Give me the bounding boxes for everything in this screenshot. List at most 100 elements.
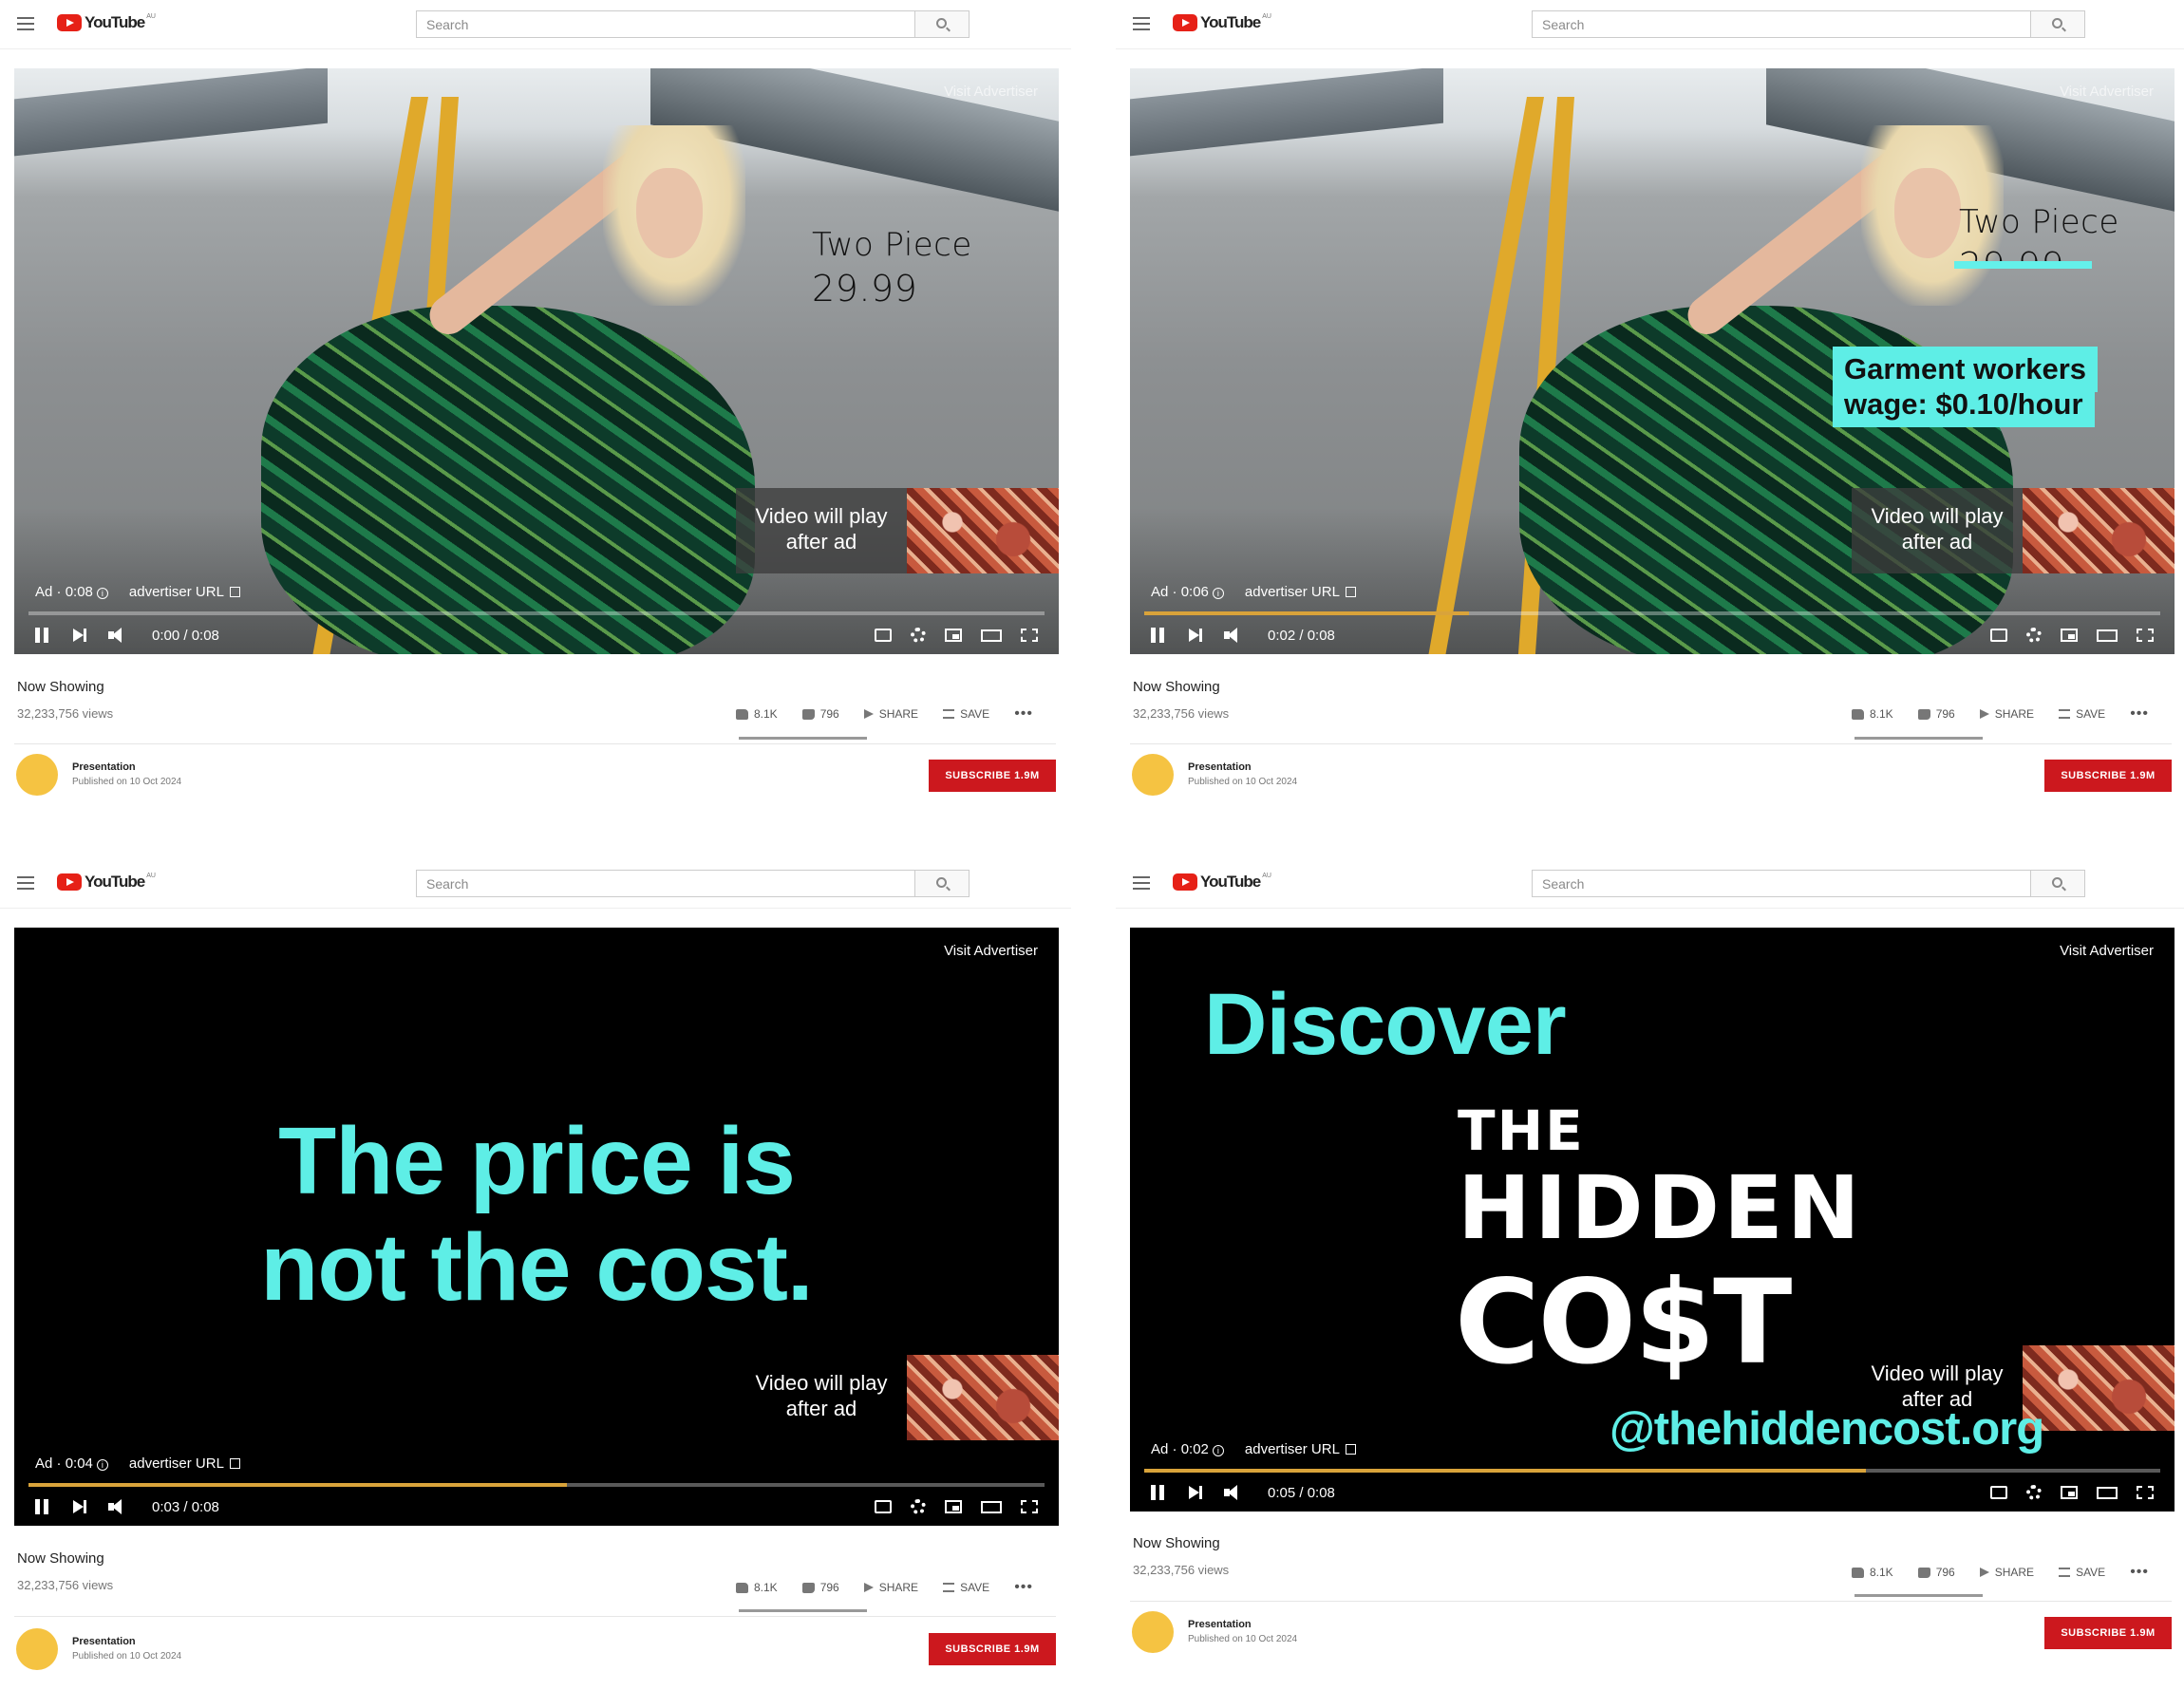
fullscreen-icon[interactable] [2137, 1486, 2154, 1499]
subscribe-button[interactable]: SUBSCRIBE 1.9M [2044, 1617, 2172, 1649]
more-options-icon[interactable]: ••• [2130, 705, 2149, 723]
pause-icon[interactable] [1151, 628, 1164, 643]
theater-mode-icon[interactable] [981, 629, 1002, 642]
youtube-logo[interactable]: YouTube AU [57, 873, 156, 892]
save-button[interactable]: SAVE [2059, 1566, 2105, 1579]
miniplayer-icon[interactable] [945, 1500, 962, 1513]
save-button[interactable]: SAVE [943, 1581, 989, 1594]
menu-icon[interactable] [17, 876, 34, 890]
pause-icon[interactable] [35, 1499, 48, 1514]
miniplayer-icon[interactable] [945, 629, 962, 642]
advertiser-url-link[interactable]: advertiser URL [129, 584, 240, 600]
captions-icon[interactable] [1990, 629, 2007, 642]
pause-icon[interactable] [35, 628, 48, 643]
fullscreen-icon[interactable] [1021, 1500, 1038, 1513]
captions-icon[interactable] [875, 1500, 892, 1513]
video-player[interactable]: The price is not the cost. Visit Adverti… [14, 928, 1059, 1526]
menu-icon[interactable] [1133, 876, 1150, 890]
next-icon[interactable] [1189, 629, 1202, 642]
more-options-icon[interactable]: ••• [1014, 1579, 1033, 1596]
share-button[interactable]: SHARE [863, 1581, 918, 1594]
video-player[interactable]: Two Piece 29.99 Garment workers wage: $0… [1130, 68, 2175, 654]
settings-gear-icon[interactable] [911, 628, 926, 643]
dislike-button[interactable]: 796 [801, 707, 839, 721]
menu-icon[interactable] [17, 17, 34, 30]
info-icon[interactable]: i [1212, 588, 1224, 599]
theater-mode-icon[interactable] [981, 1500, 1002, 1513]
dislike-button[interactable]: 796 [1917, 1566, 1955, 1579]
visit-advertiser-link[interactable]: Visit Advertiser [2060, 943, 2154, 959]
miniplayer-icon[interactable] [2061, 1486, 2078, 1499]
search-input[interactable]: Search [416, 10, 916, 38]
next-icon[interactable] [73, 1500, 86, 1513]
progress-bar[interactable] [28, 611, 1045, 615]
share-button[interactable]: SHARE [1979, 707, 2034, 721]
dislike-button[interactable]: 796 [1917, 707, 1955, 721]
next-video-preview[interactable]: Video will play after ad [736, 1355, 1059, 1440]
subscribe-button[interactable]: SUBSCRIBE 1.9M [929, 760, 1056, 792]
captions-icon[interactable] [875, 629, 892, 642]
channel-avatar[interactable] [16, 754, 58, 796]
share-button[interactable]: SHARE [863, 707, 918, 721]
theater-mode-icon[interactable] [2097, 629, 2118, 642]
theater-mode-icon[interactable] [2097, 1486, 2118, 1499]
next-icon[interactable] [1189, 1486, 1202, 1499]
pause-icon[interactable] [1151, 1485, 1164, 1500]
like-button[interactable]: 8.1K [1852, 1566, 1893, 1579]
volume-icon[interactable] [108, 628, 127, 643]
menu-icon[interactable] [1133, 17, 1150, 30]
volume-icon[interactable] [108, 1499, 127, 1514]
next-video-preview[interactable]: Video will play after ad [1852, 488, 2175, 573]
channel-name[interactable]: Presentation [72, 1636, 136, 1647]
dislike-button[interactable]: 796 [801, 1581, 839, 1594]
channel-avatar[interactable] [16, 1628, 58, 1670]
search-input[interactable]: Search [416, 870, 916, 897]
save-button[interactable]: SAVE [2059, 707, 2105, 721]
settings-gear-icon[interactable] [911, 1499, 926, 1514]
youtube-logo[interactable]: YouTube AU [1173, 873, 1271, 892]
channel-avatar[interactable] [1132, 1611, 1174, 1653]
advertiser-url-link[interactable]: advertiser URL [1245, 1441, 1356, 1457]
more-options-icon[interactable]: ••• [2130, 1564, 2149, 1581]
like-button[interactable]: 8.1K [736, 1581, 778, 1594]
visit-advertiser-link[interactable]: Visit Advertiser [2060, 84, 2154, 100]
search-input[interactable]: Search [1532, 10, 2032, 38]
advertiser-url-link[interactable]: advertiser URL [1245, 584, 1356, 600]
progress-bar[interactable] [1144, 1469, 2160, 1473]
channel-avatar[interactable] [1132, 754, 1174, 796]
miniplayer-icon[interactable] [2061, 629, 2078, 642]
advertiser-url-link[interactable]: advertiser URL [129, 1455, 240, 1472]
subscribe-button[interactable]: SUBSCRIBE 1.9M [2044, 760, 2172, 792]
next-video-preview[interactable]: Video will play after ad [736, 488, 1059, 573]
subscribe-button[interactable]: SUBSCRIBE 1.9M [929, 1633, 1056, 1665]
search-button[interactable] [2030, 10, 2085, 38]
search-button[interactable] [2030, 870, 2085, 897]
channel-name[interactable]: Presentation [1188, 1619, 1252, 1630]
visit-advertiser-link[interactable]: Visit Advertiser [944, 943, 1038, 959]
search-button[interactable] [914, 870, 970, 897]
progress-bar[interactable] [28, 1483, 1045, 1487]
visit-advertiser-link[interactable]: Visit Advertiser [944, 84, 1038, 100]
fullscreen-icon[interactable] [1021, 629, 1038, 642]
channel-name[interactable]: Presentation [72, 761, 136, 773]
save-button[interactable]: SAVE [943, 707, 989, 721]
info-icon[interactable]: i [96, 588, 108, 599]
search-button[interactable] [914, 10, 970, 38]
info-icon[interactable]: i [96, 1459, 108, 1471]
settings-gear-icon[interactable] [2026, 1485, 2042, 1500]
more-options-icon[interactable]: ••• [1014, 705, 1033, 723]
captions-icon[interactable] [1990, 1486, 2007, 1499]
search-input[interactable]: Search [1532, 870, 2032, 897]
channel-name[interactable]: Presentation [1188, 761, 1252, 773]
info-icon[interactable]: i [1212, 1445, 1224, 1456]
fullscreen-icon[interactable] [2137, 629, 2154, 642]
youtube-logo[interactable]: YouTube AU [1173, 13, 1271, 32]
share-button[interactable]: SHARE [1979, 1566, 2034, 1579]
settings-gear-icon[interactable] [2026, 628, 2042, 643]
volume-icon[interactable] [1224, 628, 1243, 643]
like-button[interactable]: 8.1K [736, 707, 778, 721]
youtube-logo[interactable]: YouTube AU [57, 13, 156, 32]
volume-icon[interactable] [1224, 1485, 1243, 1500]
video-player[interactable]: Discover THE HIDDEN CO$T Visit Advertise… [1130, 928, 2175, 1512]
next-icon[interactable] [73, 629, 86, 642]
